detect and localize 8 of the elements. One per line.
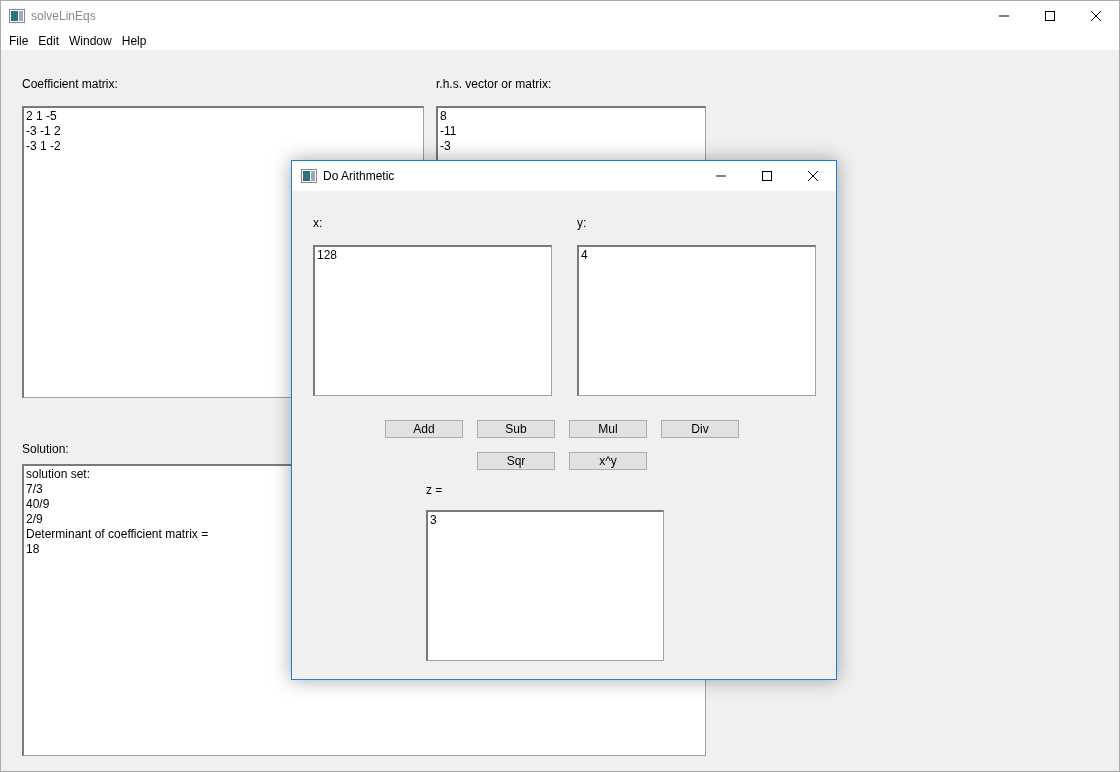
field-label: Coefficient matrix: <box>22 76 119 92</box>
field-label: y: <box>577 215 588 231</box>
field-label: r.h.s. vector or matrix: <box>436 76 553 92</box>
window-title: solveLinEqs <box>31 8 96 25</box>
dialog-title: Do Arithmetic <box>323 168 395 185</box>
field-label: z = <box>426 482 444 498</box>
field-label: Solution: <box>22 441 70 457</box>
field-label: x: <box>313 215 324 231</box>
